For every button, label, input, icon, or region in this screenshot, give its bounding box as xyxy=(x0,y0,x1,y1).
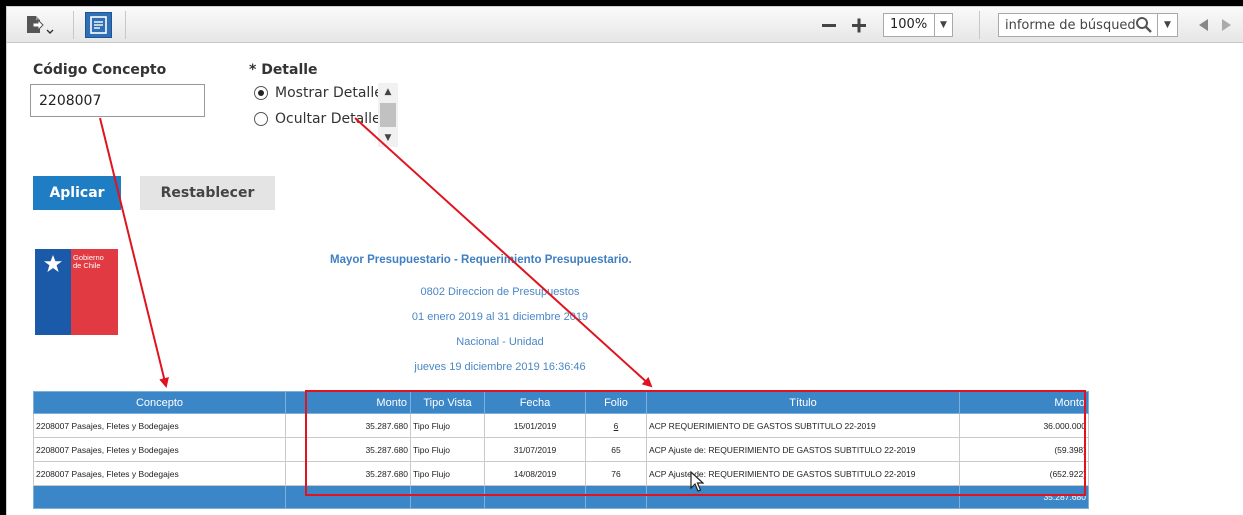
detail-options-list: Mostrar Detalle Ocultar Detalle xyxy=(254,83,398,147)
export-icon xyxy=(27,16,54,34)
previous-result-button[interactable] xyxy=(1196,17,1210,33)
radio-unselected-icon[interactable] xyxy=(254,112,268,126)
detail-option-label: Ocultar Detalle xyxy=(275,111,381,127)
minus-icon xyxy=(822,24,836,27)
view-parameters-button[interactable] xyxy=(85,12,112,38)
scrollbar-thumb[interactable] xyxy=(380,103,396,127)
zoom-value: 100% xyxy=(890,17,928,32)
toolbar-separator xyxy=(73,11,74,39)
code-concept-label: Código Concepto xyxy=(33,62,167,78)
logo-text: Gobierno de Chile xyxy=(73,254,104,270)
zoom-out-button[interactable] xyxy=(819,15,839,35)
report-title: Mayor Presupuestario - Requerimiento Pre… xyxy=(330,254,632,266)
logo-text-line2: de Chile xyxy=(73,261,101,270)
parameters-icon xyxy=(90,16,107,34)
report-unit-line: 0802 Direccion de Presupuestos xyxy=(420,286,580,298)
cell-concepto: 2208007 Pasajes, Fletes y Bodegajes xyxy=(33,437,286,462)
report-period-line: 01 enero 2019 al 31 diciembre 2019 xyxy=(411,311,589,323)
search-icon[interactable] xyxy=(1135,16,1153,34)
gobierno-de-chile-logo: Gobierno de Chile xyxy=(35,249,118,335)
reset-button[interactable]: Restablecer xyxy=(140,176,275,210)
toolbar-separator xyxy=(125,11,126,39)
report-search: ▼ xyxy=(998,13,1178,37)
detail-label: * Detalle xyxy=(249,62,318,78)
zoom-in-button[interactable] xyxy=(849,15,869,35)
detail-option-label: Mostrar Detalle xyxy=(275,85,383,101)
mouse-cursor-icon xyxy=(690,471,704,492)
next-result-button[interactable] xyxy=(1220,17,1234,33)
report-timestamp-line: jueves 19 diciembre 2019 16:36:46 xyxy=(414,361,586,373)
chevron-down-icon: ▼ xyxy=(934,14,952,36)
detail-option-show[interactable]: Mostrar Detalle xyxy=(254,83,383,103)
chevron-down-icon[interactable]: ▼ xyxy=(378,129,398,147)
code-concept-input[interactable] xyxy=(30,84,205,117)
zoom-select[interactable]: 100% ▼ xyxy=(883,13,953,37)
triangle-left-icon xyxy=(1199,19,1208,31)
chevron-up-icon[interactable]: ▲ xyxy=(378,83,398,101)
export-button[interactable] xyxy=(25,14,55,36)
report-toolbar: 100% ▼ ▼ xyxy=(7,7,1243,43)
search-options-chevron-icon[interactable]: ▼ xyxy=(1157,14,1177,36)
plus-icon xyxy=(852,18,866,33)
detail-option-hide[interactable]: Ocultar Detalle xyxy=(254,109,381,129)
search-input[interactable] xyxy=(1005,15,1135,35)
report-scope-line: Nacional - Unidad xyxy=(456,336,544,348)
toolbar-separator xyxy=(979,11,980,39)
column-header-concepto: Concepto xyxy=(33,391,286,414)
cell-concepto: 2208007 Pasajes, Fletes y Bodegajes xyxy=(33,413,286,438)
detail-list-scrollbar[interactable]: ▲ ▼ xyxy=(378,83,398,147)
total-cell-empty xyxy=(33,485,286,509)
coat-of-arms-icon xyxy=(44,255,62,272)
radio-selected-icon[interactable] xyxy=(254,86,268,100)
apply-button[interactable]: Aplicar xyxy=(33,176,121,210)
triangle-right-icon xyxy=(1222,19,1231,31)
cell-concepto: 2208007 Pasajes, Fletes y Bodegajes xyxy=(33,461,286,486)
